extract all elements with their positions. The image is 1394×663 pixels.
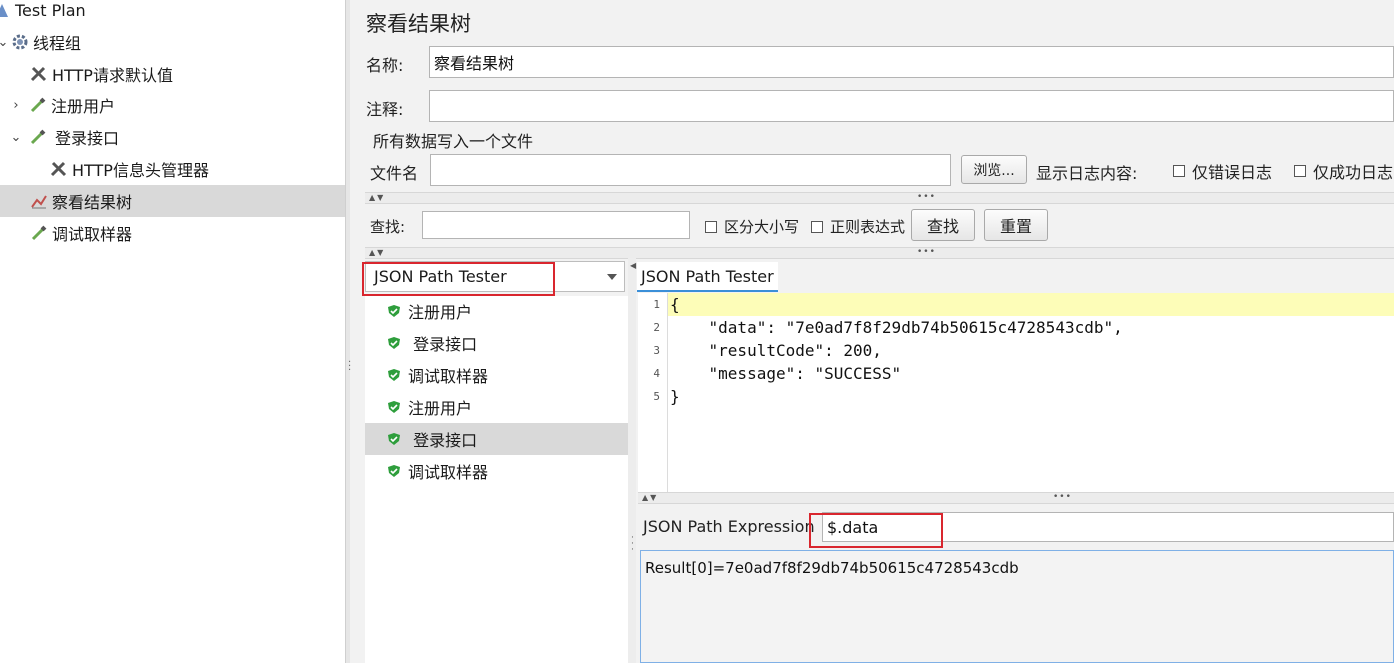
- pipette-icon: [30, 97, 46, 113]
- horizontal-splitter[interactable]: [365, 192, 1394, 204]
- tree-item-http-defaults[interactable]: HTTP请求默认值: [0, 58, 345, 90]
- reset-button[interactable]: 重置: [984, 209, 1048, 241]
- search-label: 查找:: [370, 218, 406, 236]
- line-number: 4: [653, 367, 660, 380]
- pipette-icon: [31, 225, 47, 241]
- test-plan-icon: [0, 4, 8, 17]
- splitter-grip-icon: •••: [1053, 492, 1072, 502]
- success-only-checkbox[interactable]: 仅成功日志: [1294, 159, 1393, 183]
- code-line: "message": "SUCCESS": [670, 364, 902, 383]
- splitter-grip-icon: •••: [917, 192, 936, 202]
- wrench-icon: [30, 66, 47, 82]
- tree-item-test-plan[interactable]: Test Plan: [0, 0, 345, 26]
- checkbox-box[interactable]: [811, 220, 823, 233]
- tree-item-login[interactable]: ⌄ 登录接口: [0, 121, 345, 153]
- collapse-icon[interactable]: ⌄: [9, 130, 23, 145]
- expand-icon[interactable]: ›: [9, 98, 23, 113]
- checkbox-box[interactable]: [705, 220, 717, 233]
- comment-label: 注释:: [366, 100, 404, 119]
- splitter-grip-icon: •••: [917, 247, 936, 257]
- line-number: 3: [653, 344, 660, 357]
- result-text: Result[0]=7e0ad7f8f29db74b50615c4728543c…: [645, 559, 1019, 577]
- splitter-grip-icon: · · ·: [631, 533, 635, 555]
- success-shield-icon: [388, 305, 400, 317]
- success-shield-icon: [388, 401, 400, 413]
- splitter-arrows-icon[interactable]: ▲▼: [369, 194, 385, 202]
- file-name-field[interactable]: [430, 154, 951, 186]
- wrench-icon: [50, 161, 67, 177]
- success-shield-icon: [388, 433, 400, 445]
- pipette-icon: [30, 129, 46, 145]
- log-content-label: 显示日志内容:: [1036, 164, 1138, 183]
- splitter-grip-icon: · · ·: [348, 357, 352, 376]
- json-path-expression-label: JSON Path Expression: [643, 517, 815, 536]
- splitter-arrows-icon[interactable]: ◀: [630, 262, 636, 270]
- checkbox-box[interactable]: [1173, 165, 1185, 177]
- page-title: 察看结果树: [366, 12, 471, 36]
- code-line: "resultCode": 200,: [670, 341, 882, 360]
- code-line: }: [670, 387, 680, 406]
- success-shield-icon: [388, 465, 400, 477]
- line-number: 2: [653, 321, 660, 334]
- result-output[interactable]: Result[0]=7e0ad7f8f29db74b50615c4728543c…: [640, 550, 1394, 663]
- tree-item-thread-group[interactable]: ⌄ 线程组: [0, 26, 345, 58]
- left-splitter[interactable]: [345, 0, 350, 663]
- vertical-splitter[interactable]: [628, 258, 636, 663]
- response-editor[interactable]: 1 2 3 4 5 { "data": "7e0ad7f8f29db74b506…: [638, 293, 1394, 492]
- gear-icon: [12, 34, 28, 50]
- horizontal-splitter[interactable]: [638, 492, 1394, 504]
- line-number: 5: [653, 390, 660, 403]
- name-field[interactable]: 察看结果树: [429, 46, 1394, 78]
- tree-item-header-manager[interactable]: HTTP信息头管理器: [0, 153, 345, 185]
- list-item[interactable]: 注册用户: [365, 295, 628, 327]
- comment-field[interactable]: [429, 90, 1394, 122]
- code-line: {: [670, 295, 680, 314]
- annotation-box: [362, 262, 555, 296]
- annotation-box: [809, 513, 943, 548]
- list-item[interactable]: 调试取样器: [365, 455, 628, 487]
- chart-icon: [31, 195, 47, 209]
- errors-only-checkbox[interactable]: 仅错误日志: [1173, 159, 1272, 183]
- splitter-arrows-icon[interactable]: ▲▼: [369, 249, 385, 257]
- list-item[interactable]: 登录接口: [365, 423, 628, 455]
- line-gutter: 1 2 3 4 5: [638, 293, 668, 492]
- checkbox-box[interactable]: [1294, 165, 1306, 177]
- test-plan-tree: Test Plan ⌄ 线程组 HTTP请求默认值 › 注册用户 ⌄ 登录接口 …: [0, 0, 345, 663]
- list-item[interactable]: 注册用户: [365, 391, 628, 423]
- case-sensitive-checkbox[interactable]: 区分大小写: [705, 216, 799, 237]
- chevron-down-icon[interactable]: [607, 274, 617, 280]
- current-line-highlight: [668, 293, 1394, 316]
- tree-item-register-user[interactable]: › 注册用户: [0, 89, 345, 121]
- browse-button[interactable]: 浏览...: [961, 155, 1027, 184]
- collapse-icon[interactable]: ⌄: [0, 35, 10, 50]
- tab-json-path-tester[interactable]: JSON Path Tester: [637, 262, 778, 292]
- splitter-arrows-icon[interactable]: ▲▼: [642, 494, 658, 502]
- name-label: 名称:: [366, 56, 404, 75]
- success-shield-icon: [388, 369, 400, 381]
- search-input[interactable]: [422, 211, 690, 239]
- horizontal-splitter[interactable]: [365, 247, 1394, 259]
- success-shield-icon: [388, 337, 400, 349]
- tree-item-view-results-tree[interactable]: 察看结果树: [0, 185, 345, 217]
- file-label: 文件名: [370, 164, 419, 183]
- file-section-title: 所有数据写入一个文件: [373, 132, 534, 151]
- list-item[interactable]: 调试取样器: [365, 359, 628, 391]
- list-item[interactable]: 登录接口: [365, 327, 628, 359]
- results-list: 注册用户 登录接口 调试取样器 注册用户 登录接口 调试取样器: [365, 296, 628, 663]
- code-line: "data": "7e0ad7f8f29db74b50615c4728543cd…: [670, 318, 1123, 337]
- tree-item-debug-sampler[interactable]: 调试取样器: [0, 217, 345, 249]
- regex-checkbox[interactable]: 正则表达式: [811, 216, 905, 237]
- find-button[interactable]: 查找: [911, 209, 975, 241]
- line-number: 1: [653, 298, 660, 311]
